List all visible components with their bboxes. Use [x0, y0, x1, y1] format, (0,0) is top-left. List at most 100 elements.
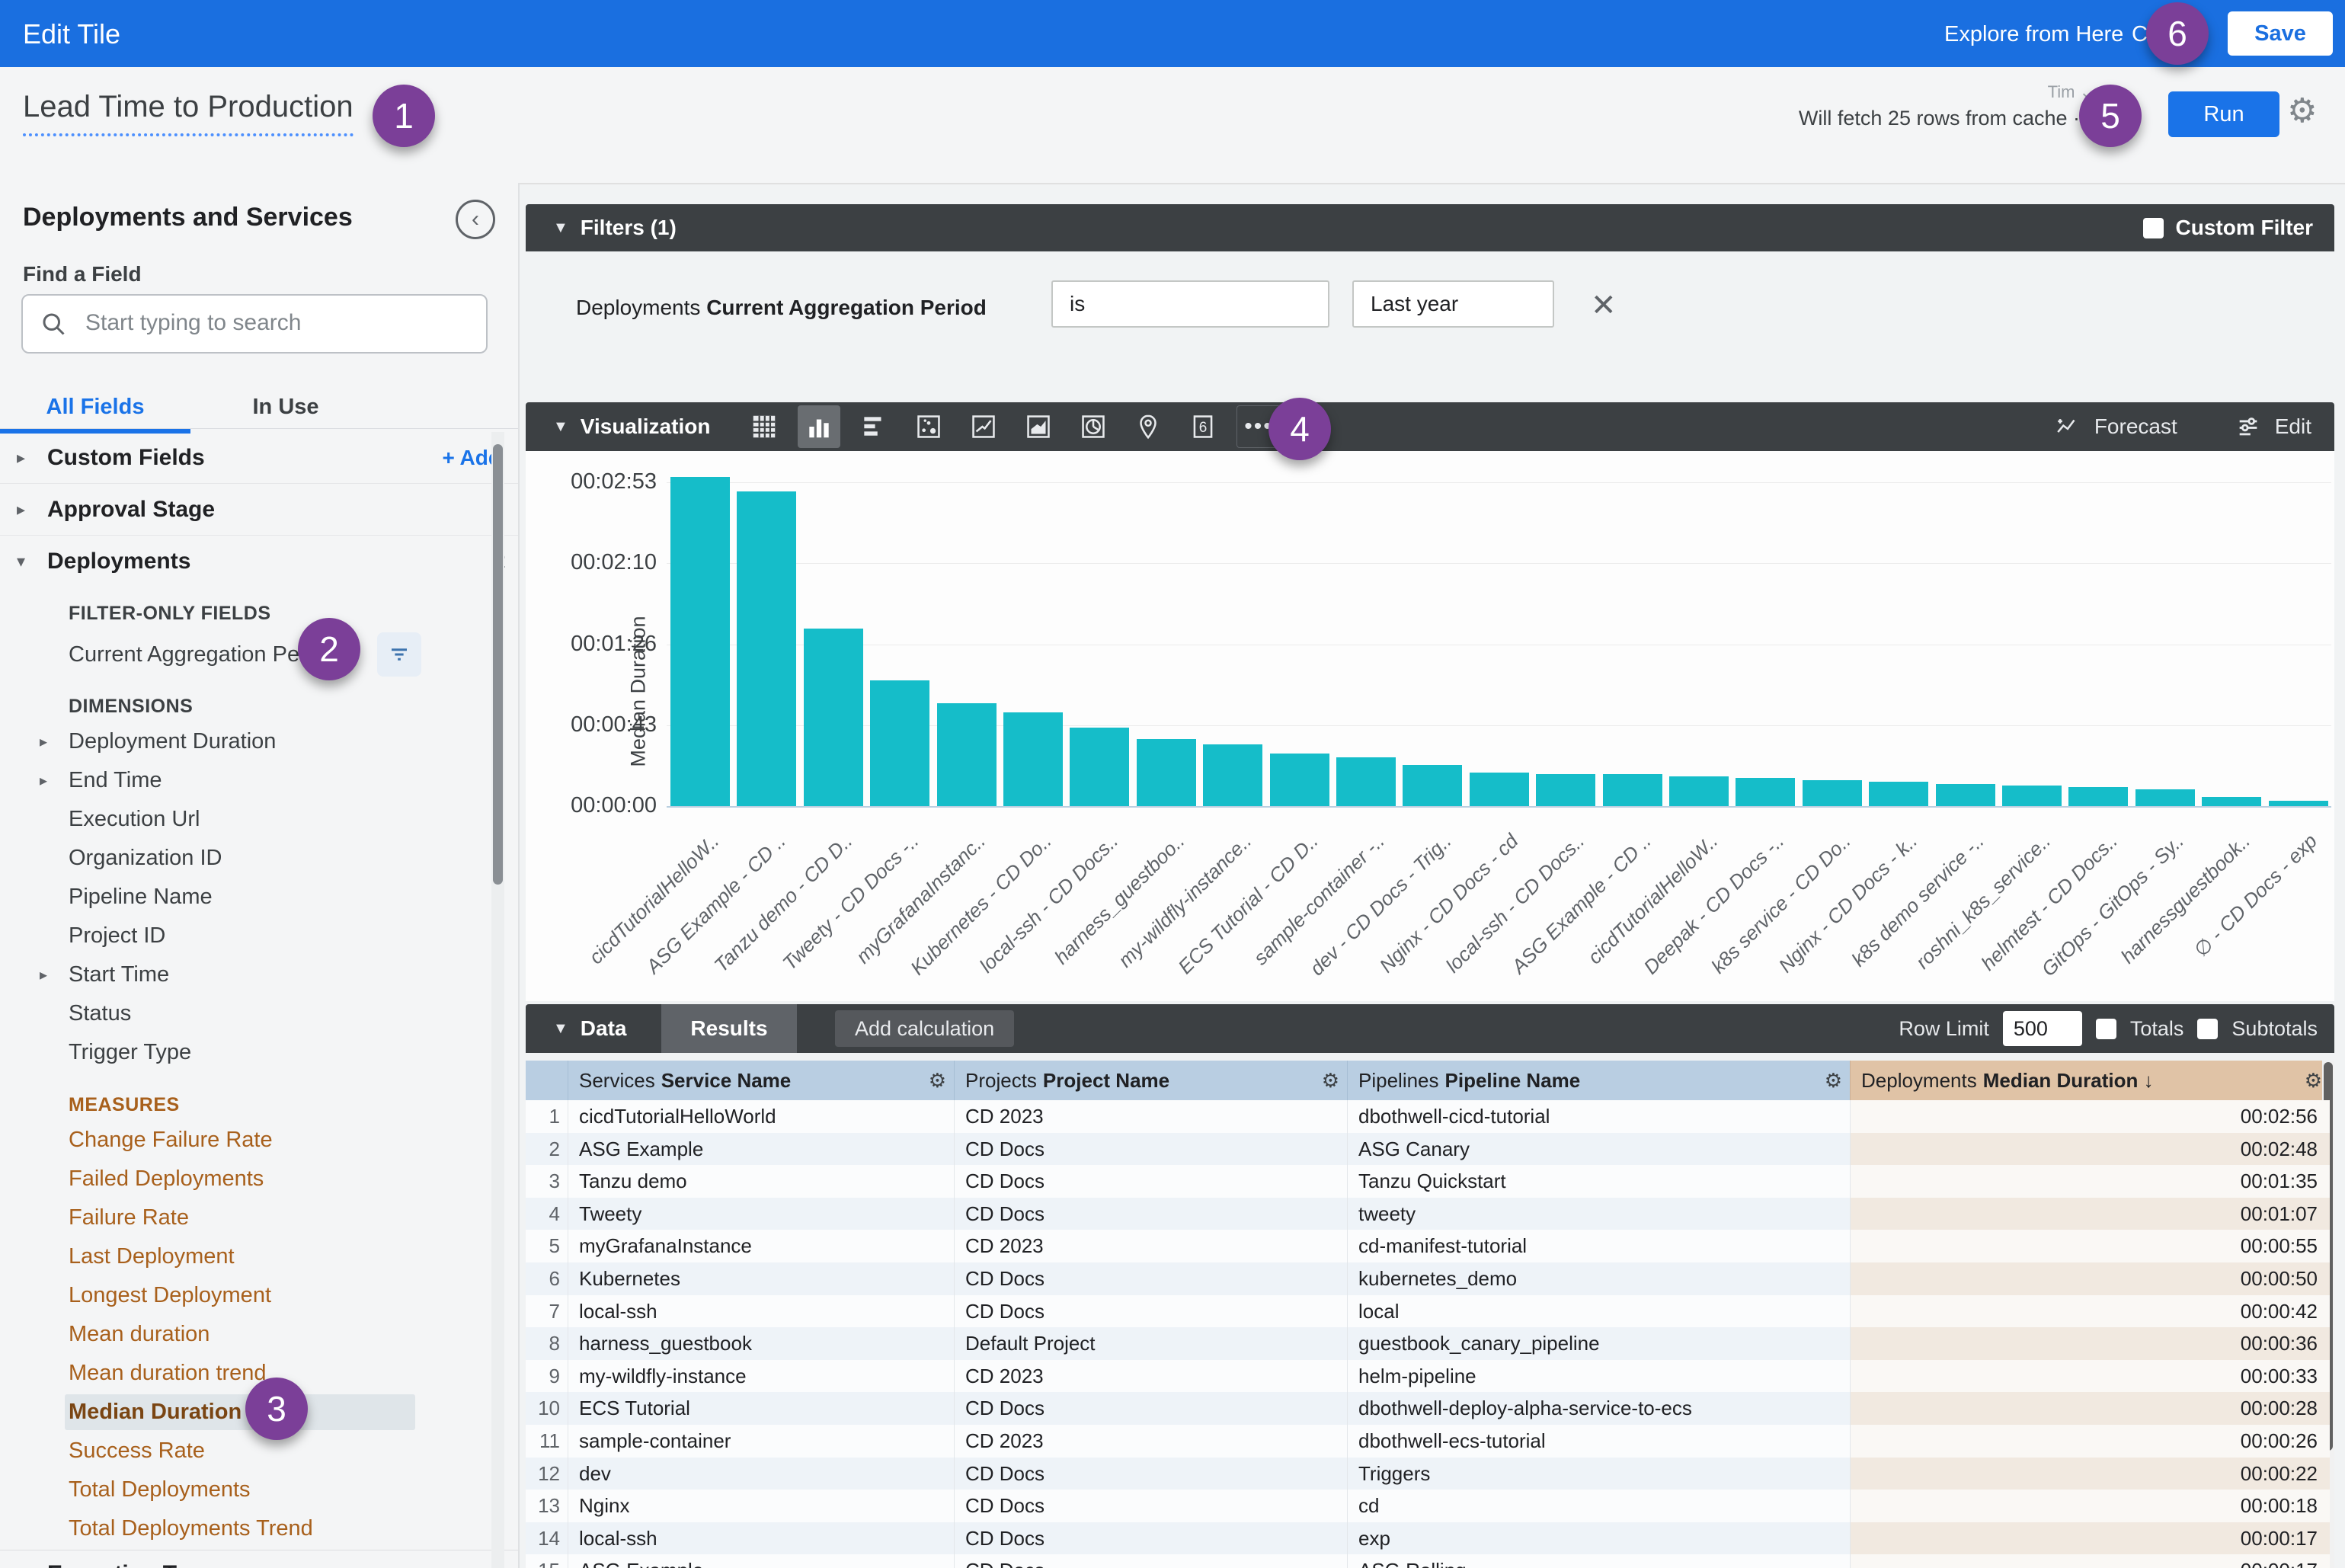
- column-gear-icon[interactable]: ⚙: [1825, 1069, 1842, 1093]
- chart-bar[interactable]: [737, 491, 796, 806]
- column-header-pipeline-name[interactable]: PipelinesPipeline Name⚙: [1347, 1061, 1850, 1100]
- row-limit-input[interactable]: [2003, 1011, 2082, 1046]
- column-header-median-duration[interactable]: DeploymentsMedian Duration ↓⚙: [1850, 1061, 2330, 1100]
- table-row[interactable]: 10ECS TutorialCD Docsdbothwell-deploy-al…: [526, 1392, 2330, 1425]
- viz-type-scatter-icon[interactable]: [907, 405, 950, 448]
- chart-bar[interactable]: [1869, 782, 1928, 806]
- chart-bar[interactable]: [870, 680, 929, 806]
- chart-bar[interactable]: [1203, 744, 1262, 806]
- data-collapse-caret-icon[interactable]: ▼: [553, 1020, 568, 1038]
- column-gear-icon[interactable]: ⚙: [1322, 1069, 1339, 1093]
- table-row[interactable]: 6KubernetesCD Docskubernetes_demo00:00:5…: [526, 1262, 2330, 1295]
- column-gear-icon[interactable]: ⚙: [2305, 1069, 2322, 1093]
- explore-from-here-link[interactable]: Explore from Here: [1944, 22, 2123, 47]
- data-section-bar[interactable]: ▼ Data Results Add calculation Row Limit…: [526, 1004, 2334, 1053]
- table-row[interactable]: 3Tanzu demoCD DocsTanzu Quickstart00:01:…: [526, 1165, 2330, 1198]
- table-row[interactable]: 11sample-containerCD 2023dbothwell-ecs-t…: [526, 1425, 2330, 1458]
- table-row[interactable]: 7local-sshCD Docslocal00:00:42: [526, 1295, 2330, 1328]
- chart-bar[interactable]: [1803, 780, 1862, 806]
- viz-type-bar-icon[interactable]: [798, 405, 840, 448]
- run-button[interactable]: Run: [2168, 91, 2279, 137]
- table-row[interactable]: 8harness_guestbookDefault Projectguestbo…: [526, 1327, 2330, 1360]
- column-header-service-name[interactable]: ServicesService Name⚙: [568, 1061, 954, 1100]
- subtotals-checkbox[interactable]: [2197, 1019, 2218, 1039]
- dimension-item-trigger-type[interactable]: Trigger Type: [0, 1033, 518, 1072]
- dimension-item-end-time[interactable]: ▸End Time: [0, 761, 518, 800]
- sidebar-group-custom-fields[interactable]: ▸Custom Fields+ Add: [0, 432, 518, 484]
- visualization-section-bar[interactable]: ▼ Visualization 6••• Forecast Edit: [526, 402, 2334, 451]
- table-row[interactable]: 15ASG ExampleCD DocsASG Rolling00:00:17: [526, 1554, 2330, 1568]
- table-row[interactable]: 9my-wildfly-instanceCD 2023helm-pipeline…: [526, 1360, 2330, 1393]
- chart-bar[interactable]: [2068, 787, 2128, 806]
- filter-operator-select[interactable]: is: [1051, 280, 1329, 328]
- sidebar-next-group-clipped[interactable]: Execution Tags: [0, 1550, 518, 1568]
- chart-bar[interactable]: [804, 629, 863, 806]
- chart-bar[interactable]: [1736, 778, 1795, 806]
- chart-bar[interactable]: [1003, 712, 1063, 806]
- chart-bar[interactable]: [2135, 789, 2195, 806]
- field-search-input[interactable]: [84, 300, 468, 346]
- table-row[interactable]: 13NginxCD Docscd00:00:18: [526, 1490, 2330, 1522]
- dimension-item-project-id[interactable]: Project ID: [0, 917, 518, 955]
- filter-value-input[interactable]: Last year: [1352, 280, 1554, 328]
- viz-type-pie-icon[interactable]: [1072, 405, 1115, 448]
- table-row[interactable]: 2ASG ExampleCD DocsASG Canary00:02:48: [526, 1133, 2330, 1166]
- field-item-current-aggregation-period[interactable]: Current Aggregation Period: [0, 629, 518, 680]
- measure-item-total-deployments-trend[interactable]: Total Deployments Trend: [0, 1509, 518, 1548]
- totals-checkbox[interactable]: [2096, 1019, 2116, 1039]
- dimension-item-start-time[interactable]: ▸Start Time: [0, 955, 518, 994]
- measure-item-mean-duration[interactable]: Mean duration: [0, 1315, 518, 1354]
- measure-item-failure-rate[interactable]: Failure Rate: [0, 1198, 518, 1237]
- edit-viz-button[interactable]: Edit: [2275, 414, 2311, 439]
- chart-bar[interactable]: [1336, 757, 1396, 806]
- table-row[interactable]: 5myGrafanaInstanceCD 2023cd-manifest-tut…: [526, 1230, 2330, 1262]
- bar-chart[interactable]: Median Duration 00:00:0000:00:4300:01:26…: [526, 451, 2334, 1001]
- viz-type-hbar-icon[interactable]: [853, 405, 895, 448]
- measure-item-longest-deployment[interactable]: Longest Deployment: [0, 1276, 518, 1315]
- results-tab[interactable]: Results: [661, 1004, 797, 1053]
- chart-bar[interactable]: [1603, 774, 1662, 806]
- tile-title-input[interactable]: Lead Time to Production: [23, 90, 354, 136]
- measure-item-total-deployments[interactable]: Total Deployments: [0, 1470, 518, 1509]
- chart-bar[interactable]: [937, 703, 997, 806]
- expand-caret-icon[interactable]: ▸: [40, 732, 47, 751]
- chart-bar[interactable]: [1470, 773, 1529, 806]
- chart-bar[interactable]: [670, 477, 730, 806]
- add-calculation-button[interactable]: Add calculation: [835, 1010, 1014, 1047]
- table-row[interactable]: 12devCD DocsTriggers00:00:22: [526, 1458, 2330, 1490]
- viz-type-line-icon[interactable]: [962, 405, 1005, 448]
- measure-item-success-rate[interactable]: Success Rate: [0, 1432, 518, 1470]
- sidebar-group-approval-stage[interactable]: ▸Approval Stage: [0, 484, 518, 536]
- column-gear-icon[interactable]: ⚙: [929, 1069, 946, 1093]
- table-row[interactable]: 14local-sshCD Docsexp00:00:17: [526, 1522, 2330, 1555]
- dimension-item-organization-id[interactable]: Organization ID: [0, 839, 518, 878]
- dimension-item-execution-url[interactable]: Execution Url: [0, 800, 518, 839]
- chart-bar[interactable]: [2202, 797, 2261, 806]
- sidebar-scrollbar[interactable]: [491, 432, 504, 1568]
- viz-type-map-icon[interactable]: [1127, 405, 1169, 448]
- measure-item-change-failure-rate[interactable]: Change Failure Rate: [0, 1121, 518, 1160]
- sidebar-group-deployments[interactable]: ▾Deployments2: [0, 536, 518, 587]
- filters-section-bar[interactable]: ▼ Filters (1) Custom Filter: [526, 204, 2334, 251]
- remove-filter-icon[interactable]: ✕: [1591, 288, 1617, 323]
- table-row[interactable]: 1cicdTutorialHelloWorldCD 2023dbothwell-…: [526, 1100, 2330, 1133]
- tab-all-fields[interactable]: All Fields: [0, 385, 190, 434]
- viz-type-table-icon[interactable]: [743, 405, 785, 448]
- measure-item-failed-deployments[interactable]: Failed Deployments: [0, 1160, 518, 1198]
- chart-bar[interactable]: [1403, 765, 1462, 806]
- custom-filter-checkbox[interactable]: [2143, 218, 2164, 238]
- tab-in-use[interactable]: In Use: [190, 385, 381, 429]
- sidebar-scrollbar-thumb[interactable]: [493, 444, 503, 885]
- chart-bar[interactable]: [1669, 776, 1729, 806]
- expand-caret-icon[interactable]: ▸: [40, 965, 47, 984]
- chart-bar[interactable]: [1070, 728, 1129, 806]
- chart-bar[interactable]: [1936, 784, 1995, 806]
- viz-type-single-value-icon[interactable]: 6: [1182, 405, 1224, 448]
- group-caret-icon[interactable]: ▸: [17, 500, 34, 520]
- field-search-box[interactable]: [21, 294, 488, 354]
- settings-gear-icon[interactable]: ⚙: [2287, 91, 2317, 130]
- measure-item-last-deployment[interactable]: Last Deployment: [0, 1237, 518, 1276]
- group-caret-icon[interactable]: ▸: [17, 448, 34, 468]
- visualization-collapse-caret-icon[interactable]: ▼: [553, 418, 568, 436]
- viz-type-area-icon[interactable]: [1017, 405, 1060, 448]
